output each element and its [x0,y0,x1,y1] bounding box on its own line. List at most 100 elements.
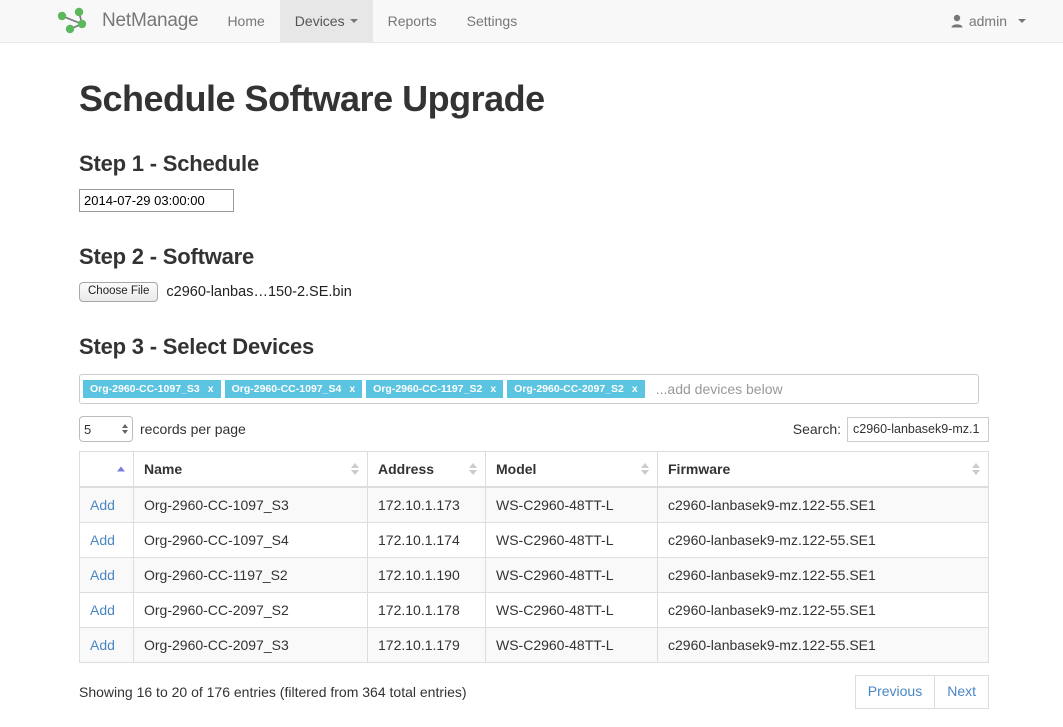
choose-file-button[interactable]: Choose File [79,281,159,303]
cell-address: 172.10.1.173 [367,486,486,523]
devices-table-head: Name Address Model Firmware [79,451,989,489]
top-navbar: NetManage Home Devices Reports Settings [0,0,1063,43]
nav-item-home[interactable]: Home [212,0,279,42]
table-row: Add Org-2960-CC-1197_S2 172.10.1.190 WS-… [79,557,989,593]
cell-add: Add [79,522,134,558]
page-length-select[interactable]: 5 [79,416,133,443]
column-header-name-label: Name [144,461,183,478]
device-tag[interactable]: Org-2960-CC-1097_S3 x [83,380,221,399]
remove-tag-icon[interactable]: x [490,383,496,395]
chevron-down-icon [349,19,358,23]
nav-item-settings-label: Settings [466,13,518,29]
selected-devices-tagbox[interactable]: Org-2960-CC-1097_S3 x Org-2960-CC-1097_S… [79,374,979,405]
column-header-name[interactable]: Name [133,451,368,489]
cell-add: Add [79,557,134,593]
column-header-address-label: Address [378,461,435,478]
cell-firmware: c2960-lanbasek9-mz.122-55.SE1 [657,592,989,628]
nav-links: Home Devices Reports Settings [212,0,532,42]
selected-file-name: c2960-lanbas…150-2.SE.bin [166,283,352,300]
user-icon [951,14,963,28]
add-device-link[interactable]: Add [90,602,115,618]
search-control: Search: [793,416,989,442]
pagination-next[interactable]: Next [935,675,989,710]
add-device-link[interactable]: Add [90,532,115,548]
nav-item-home-label: Home [227,13,265,29]
page-length-value: 5 [84,421,92,437]
cell-address: 172.10.1.178 [367,592,486,628]
nav-item-devices[interactable]: Devices [279,0,373,42]
column-header-address[interactable]: Address [367,451,486,489]
page-length-control: 5 records per page [79,416,246,443]
cell-name: Org-2960-CC-1097_S4 [133,522,368,558]
network-topology-icon [55,7,95,35]
brand-label: NetManage [102,10,199,31]
table-controls: 5 records per page Search: [79,416,989,443]
user-menu-label: admin [968,13,1007,29]
stepper-arrows-icon [122,424,128,435]
table-row: Add Org-2960-CC-1097_S3 172.10.1.173 WS-… [79,486,989,523]
search-input[interactable] [847,416,989,442]
nav-item-reports-label: Reports [387,13,437,29]
tag-input-placeholder[interactable]: ...add devices below [649,381,783,397]
device-tag-label: Org-2960-CC-1097_S4 [231,383,342,396]
table-header-row: Name Address Model Firmware [79,451,989,489]
cell-model: WS-C2960-48TT-L [485,522,658,558]
add-device-link[interactable]: Add [90,567,115,583]
add-device-link[interactable]: Add [90,637,115,653]
nav-item-devices-label: Devices [294,13,345,29]
table-info-text: Showing 16 to 20 of 176 entries (filtere… [79,684,467,701]
device-tag[interactable]: Org-2960-CC-1197_S2 x [366,380,504,399]
column-header-model-label: Model [496,461,537,478]
brand-link[interactable]: NetManage [55,0,212,42]
cell-model: WS-C2960-48TT-L [485,627,658,663]
cell-add: Add [79,486,134,523]
cell-model: WS-C2960-48TT-L [485,592,658,628]
cell-address: 172.10.1.190 [367,557,486,593]
page-title: Schedule Software Upgrade [79,78,545,119]
schedule-datetime-input[interactable] [79,188,234,212]
device-tag[interactable]: Org-2960-CC-2097_S2 x [507,380,645,399]
cell-firmware: c2960-lanbasek9-mz.122-55.SE1 [657,627,989,663]
table-footer: Showing 16 to 20 of 176 entries (filtere… [79,675,989,710]
page-container: Schedule Software Upgrade Step 1 - Sched… [0,79,1063,727]
column-header-firmware[interactable]: Firmware [657,451,989,489]
cell-firmware: c2960-lanbasek9-mz.122-55.SE1 [657,522,989,558]
column-header-model[interactable]: Model [485,451,658,489]
sort-ascending-icon [117,466,125,472]
cell-firmware: c2960-lanbasek9-mz.122-55.SE1 [657,486,989,523]
software-file-row: Choose File c2960-lanbas…150-2.SE.bin [79,281,1063,303]
step2-heading: Step 2 - Software [79,243,255,269]
device-tag-label: Org-2960-CC-1097_S3 [90,383,200,396]
device-tag-label: Org-2960-CC-1197_S2 [373,383,483,396]
pagination: Previous Next [854,675,989,710]
table-row: Add Org-2960-CC-2097_S2 172.10.1.178 WS-… [79,592,989,628]
page-length-label: records per page [140,421,246,438]
cell-add: Add [79,592,134,628]
navbar-right: admin [951,0,1063,42]
table-row: Add Org-2960-CC-2097_S3 172.10.1.179 WS-… [79,627,989,663]
pagination-previous[interactable]: Previous [854,675,936,710]
nav-item-reports[interactable]: Reports [373,0,452,42]
step1-heading: Step 1 - Schedule [79,150,259,176]
cell-model: WS-C2960-48TT-L [485,486,658,523]
remove-tag-icon[interactable]: x [349,383,355,395]
cell-name: Org-2960-CC-2097_S2 [133,592,368,628]
device-tag[interactable]: Org-2960-CC-1097_S4 x [224,380,363,399]
devices-table-body: Add Org-2960-CC-1097_S3 172.10.1.173 WS-… [79,486,989,663]
navbar-inner: NetManage Home Devices Reports Settings [0,0,1063,42]
step3-heading: Step 3 - Select Devices [79,334,315,360]
table-row: Add Org-2960-CC-1097_S4 172.10.1.174 WS-… [79,522,989,558]
cell-address: 172.10.1.174 [367,522,486,558]
column-header-firmware-label: Firmware [668,461,731,478]
remove-tag-icon[interactable]: x [208,383,214,395]
remove-tag-icon[interactable]: x [632,383,638,395]
chevron-down-icon [1018,19,1026,23]
user-menu[interactable]: admin [951,13,1026,29]
add-device-link[interactable]: Add [90,497,115,513]
sort-icon [641,463,649,476]
cell-name: Org-2960-CC-2097_S3 [133,627,368,663]
sort-icon [469,463,477,476]
nav-item-settings[interactable]: Settings [452,0,533,42]
device-tag-label: Org-2960-CC-2097_S2 [514,383,624,396]
column-header-select[interactable] [79,451,134,489]
